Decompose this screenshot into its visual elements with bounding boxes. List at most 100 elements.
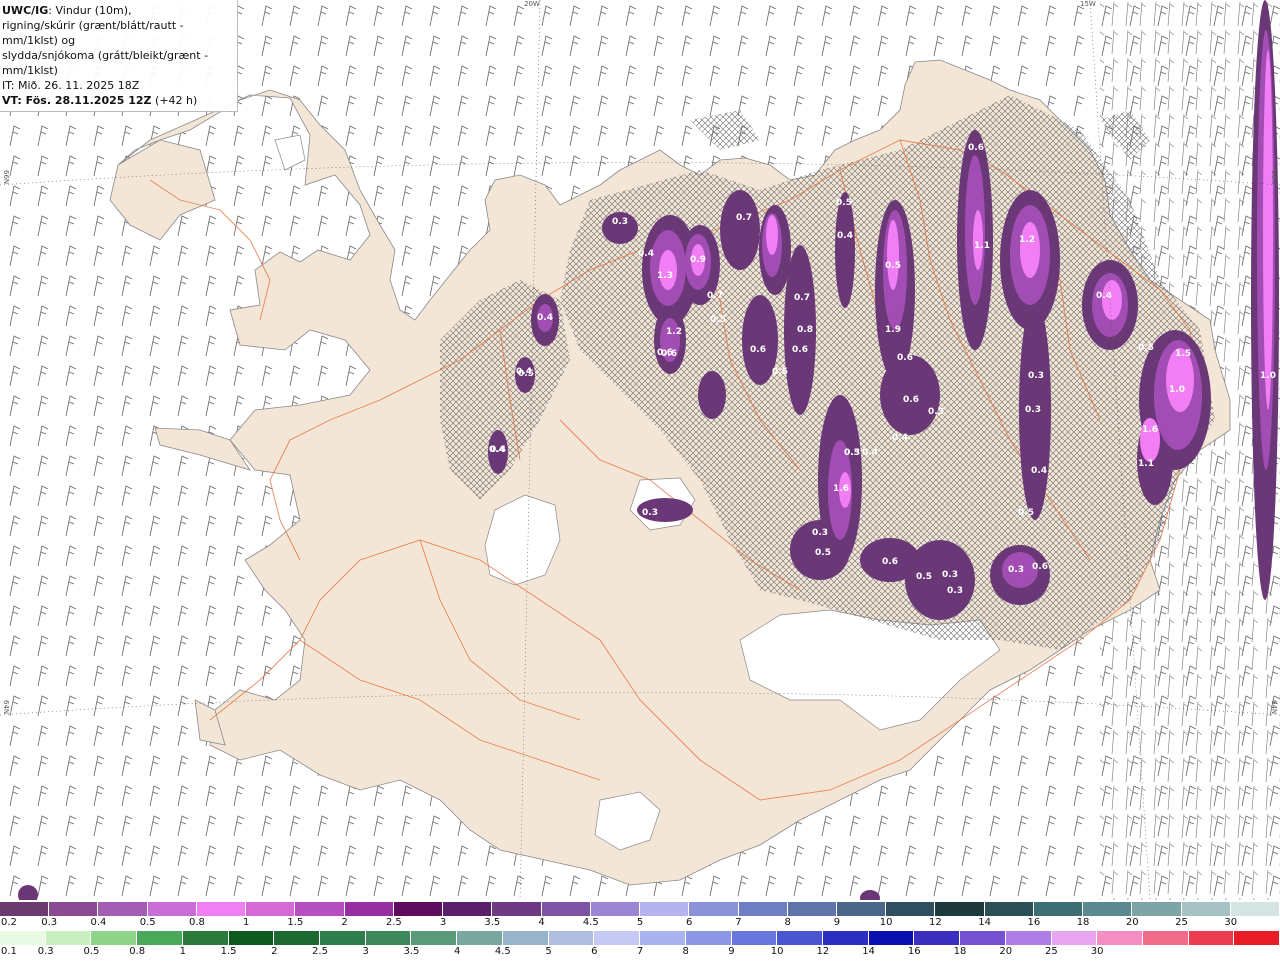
legend-label: 1 [179, 946, 187, 957]
legend-label: 12 [929, 917, 942, 928]
legend-label: 9 [833, 917, 841, 928]
legend-label: 8 [784, 917, 791, 928]
legend-color-cell [836, 902, 887, 916]
legend-label: 5 [545, 946, 552, 957]
legend-label: 0.5 [83, 946, 100, 957]
snow-legend-labels: 0.2 0.3 0.4 0.5 0.8 1 1.5 2 2.5 3 3.5 4 4.5 5 6 7 8 9 10 12… [0, 917, 1280, 931]
legend-color-cell [731, 931, 778, 945]
precip-value-label: 1.6 [833, 484, 849, 494]
precip-value-label: 0.4 [638, 249, 654, 259]
precip-value-label: 0.3 [612, 217, 628, 227]
precip-value-label: 1.1 [1138, 459, 1154, 469]
precip-value-label: 0.3 [812, 528, 828, 538]
grid-label-15w: 15W [1080, 0, 1096, 8]
legend-color-cell [1234, 931, 1280, 945]
legend-color-cell [274, 931, 321, 945]
rain-legend: 0.1 0.3 0.5 0.8 1 1.5 2 2.5 3 3.5 4 4.5 5 6 7 8 9 10 12 14 1… [0, 931, 1280, 961]
precip-value-label: 0.4 [489, 445, 505, 455]
legend-label: 4 [453, 946, 461, 957]
legend-label: 0.5 [139, 917, 156, 928]
snow-legend-colorbar [0, 902, 1280, 916]
legend-label: 0.2 [1, 917, 17, 928]
precip-value-label: 0.5 [885, 261, 901, 271]
legend-label: 25 [1175, 917, 1188, 928]
legend-color-cell [590, 902, 641, 916]
precip-value-label: 0.8 [797, 325, 813, 335]
legend-label: 2 [341, 917, 348, 928]
title-line3: slydda/snjókoma (grátt/bleikt/grænt - mm… [2, 49, 209, 77]
lead-time: (+42 h) [151, 94, 198, 107]
precip-value-label: 0.6 [792, 345, 808, 355]
precip-value-label: 1.3 [657, 271, 673, 281]
legend-label: 0.8 [129, 946, 146, 957]
legend-label: 16 [907, 946, 921, 957]
legend-color-cell [137, 931, 183, 945]
legend-label: 0.3 [41, 917, 58, 928]
legend-color-cell [295, 902, 345, 916]
legend-color-cell [594, 931, 641, 945]
grid-label-64n-right: 64N [1270, 700, 1278, 715]
legend-label: 30 [1090, 946, 1104, 957]
legend-label: 8 [682, 946, 689, 957]
legend-label: 7 [735, 917, 742, 928]
legend-color-cell [935, 902, 985, 916]
legend-color-cell [196, 902, 247, 916]
title-line2: rigning/skúrir (grænt/blátt/rautt - mm/1… [2, 19, 184, 47]
grid-label-66n-left: 66N [2, 170, 10, 185]
precip-value-label: 0.4 [837, 231, 853, 241]
precip-value-label: 0.6 [897, 353, 913, 363]
legend-color-cell [738, 902, 788, 916]
map-title-box: UWC/IG: Vindur (10m), rigning/skúrir (gr… [0, 0, 238, 112]
precip-value-label: 0.7 [736, 213, 752, 223]
legend-label: 5 [636, 917, 644, 928]
legend-color-cell [1083, 902, 1133, 916]
precip-value-label: 0.5 [836, 198, 852, 208]
legend-color-cell [182, 931, 229, 945]
rain-legend-labels: 0.1 0.3 0.5 0.8 1 1.5 2 2.5 3 3.5 4 4.5 5 6 7 8 9 10 12 14 1… [0, 946, 1280, 960]
legend-label: 4.5 [494, 946, 511, 957]
legend-color-cell [0, 931, 46, 945]
precip-value-label: 1.0 [1169, 385, 1185, 395]
legend-label: 12 [816, 946, 830, 957]
precip-value-label: 0.6 [968, 143, 984, 153]
legend-label: 14 [978, 917, 991, 928]
legend-label: 10 [770, 946, 784, 957]
precip-value-label: 0.4 [516, 367, 532, 377]
legend-label: 6 [686, 917, 693, 928]
precip-value-label: 0.6 [1032, 562, 1048, 572]
legend-label: 16 [1027, 917, 1041, 928]
precip-value-label: 0.9 [690, 255, 706, 265]
legend-color-cell [49, 902, 99, 916]
legend-color-cell [685, 931, 732, 945]
legend-color-cell [1230, 902, 1280, 916]
model-name: UWC/IG [2, 4, 49, 17]
legend-color-cell [228, 931, 275, 945]
legend-color-cell [822, 931, 869, 945]
legend-label: 2.5 [312, 946, 328, 957]
legend-color-cell [1051, 931, 1098, 945]
grid-label-20w: 20W [524, 0, 540, 8]
weather-map: 0.30.40.50.40.41.30.90.70.50.70.61.20.50… [0, 0, 1280, 900]
legend-color-cell [344, 902, 394, 916]
legend-color-cell [320, 931, 366, 945]
legend-color-cell [98, 902, 148, 916]
precip-value-label: 0.6 [657, 348, 673, 358]
precip-value-label: 0.6 [750, 345, 766, 355]
precip-value-label: 0.7 [794, 293, 810, 303]
legend-color-cell [147, 902, 197, 916]
precip-value-label: 0.5 [710, 315, 726, 325]
precip-value-label: 0.3 [1025, 405, 1041, 415]
legend-color-cell [246, 902, 296, 916]
precip-value-label: 0.3 [1008, 565, 1024, 575]
legend-label: 0.1 [1, 946, 17, 957]
legend-color-cell [411, 931, 458, 945]
legend-label: 4 [538, 917, 545, 928]
legend-color-cell [1033, 902, 1084, 916]
legend-label: 3 [362, 946, 369, 957]
precip-value-label: 0.5 [844, 448, 860, 458]
valid-time: VT: Fös. 28.11.2025 12Z [2, 94, 152, 107]
precip-value-label: 0.4 [1031, 466, 1047, 476]
precip-value-label: 0.4 [892, 433, 908, 443]
legend-color-cell [640, 902, 690, 916]
legend-label: 20 [999, 946, 1013, 957]
